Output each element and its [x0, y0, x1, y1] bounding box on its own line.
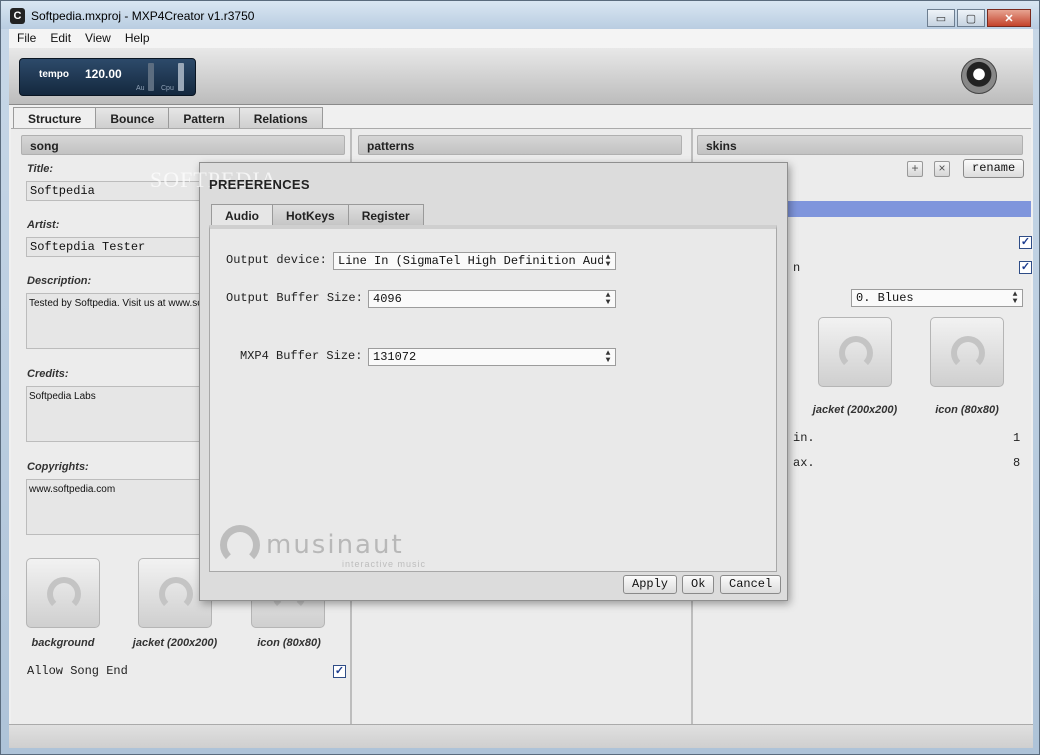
tab-relations[interactable]: Relations [238, 107, 323, 128]
mxp4-buffer-label: MXP4 Buffer Size: [240, 349, 363, 363]
skin-jacket-image-slot[interactable] [818, 317, 892, 387]
allow-song-end-label: Allow Song End [27, 664, 128, 678]
patterns-header: patterns [358, 135, 682, 155]
min-value[interactable]: 1 [1013, 431, 1020, 445]
skin-jacket-placeholder-icon [839, 336, 873, 370]
window-title: Softpedia.mxproj - MXP4Creator v1.r3750 [31, 9, 255, 23]
cpu-meter [178, 63, 184, 91]
tab-bounce[interactable]: Bounce [95, 107, 170, 128]
tab-register[interactable]: Register [347, 204, 424, 225]
menu-view[interactable]: View [83, 29, 119, 48]
output-device-label: Output device: [226, 253, 327, 267]
musinaut-ring-icon [220, 525, 260, 565]
mxp4-buffer-select[interactable]: 131072 ▲ ▼ [368, 348, 616, 366]
output-buffer-select[interactable]: 4096 ▲ ▼ [368, 290, 616, 308]
chevron-updown-icon: ▲ ▼ [603, 254, 613, 269]
background-image-slot[interactable] [26, 558, 100, 628]
ok-button[interactable]: Ok [682, 575, 715, 594]
description-label: Description: [27, 275, 92, 287]
musinaut-wordmark: musinaut [266, 530, 404, 560]
menu-help[interactable]: Help [123, 29, 158, 48]
output-device-value: Line In (SigmaTel High Definition Audi [338, 254, 612, 268]
audio-settings-pane: Output device: Line In (SigmaTel High De… [209, 225, 777, 572]
credits-label: Credits: [27, 368, 69, 380]
close-button[interactable]: ✕ [987, 9, 1031, 27]
icon-label: icon (80x80) [257, 637, 321, 649]
menu-bar: File Edit View Help [9, 29, 1033, 48]
jacket-label: jacket (200x200) [132, 637, 218, 649]
menu-file[interactable]: File [15, 29, 44, 48]
skin-option-label-2: n [793, 261, 801, 275]
genre-select[interactable]: 0. Blues ▲ ▼ [851, 289, 1023, 307]
skin-jacket-label: jacket (200x200) [812, 404, 898, 416]
tab-audio[interactable]: Audio [211, 204, 273, 225]
skins-header: skins [697, 135, 1023, 155]
musinaut-brand: musinaut interactive music [220, 525, 425, 569]
tempo-display[interactable]: tempo 120.00 Au Cpu [19, 58, 196, 96]
allow-song-end-checkbox[interactable]: ✓ [333, 665, 346, 678]
title-label: Title: [27, 163, 54, 175]
musinaut-tagline: interactive music [342, 559, 427, 569]
preferences-dialog: SOFTPEDIA PREFERENCES Audio HotKeys Regi… [150, 162, 788, 601]
cancel-button[interactable]: Cancel [720, 575, 782, 594]
min-label: in. [793, 431, 815, 445]
tempo-value: 120.00 [85, 67, 122, 81]
copyrights-label: Copyrights: [27, 461, 89, 473]
output-device-select[interactable]: Line In (SigmaTel High Definition Audi ▲… [333, 252, 616, 270]
maximize-button[interactable]: ▢ [957, 9, 985, 27]
background-label: background [31, 637, 95, 649]
skin-icon-label: icon (80x80) [935, 404, 999, 416]
dialog-title: PREFERENCES [209, 177, 310, 192]
audio-meter [148, 63, 154, 91]
dialog-tabs: Audio HotKeys Register [211, 204, 424, 225]
output-buffer-value: 4096 [373, 292, 402, 306]
tab-structure[interactable]: Structure [13, 107, 97, 129]
mxp4-buffer-value: 131072 [373, 350, 417, 364]
rename-skin-button[interactable]: rename [963, 159, 1025, 178]
skin-option-checkbox-1[interactable]: ✓ [1019, 236, 1032, 249]
app-icon: C [10, 8, 25, 24]
skin-icon-placeholder-icon [951, 336, 985, 370]
status-bar [9, 724, 1033, 748]
tab-hotkeys[interactable]: HotKeys [272, 204, 349, 225]
cpu-meter-label: Cpu [161, 85, 174, 92]
audio-meter-label: Au [136, 85, 145, 92]
musinaut-logo-icon[interactable] [961, 58, 997, 94]
skin-icon-image-slot[interactable] [930, 317, 1004, 387]
artist-label: Artist: [27, 219, 60, 231]
song-header: song [21, 135, 345, 155]
skin-option-checkbox-2[interactable]: ✓ [1019, 261, 1032, 274]
chevron-updown-icon: ▲ ▼ [1010, 291, 1020, 306]
title-bar[interactable]: C Softpedia.mxproj - MXP4Creator v1.r375… [1, 1, 1039, 29]
add-skin-button[interactable]: + [907, 161, 923, 177]
chevron-updown-icon: ▲ ▼ [603, 292, 613, 307]
max-value[interactable]: 8 [1013, 456, 1020, 470]
menu-edit[interactable]: Edit [48, 29, 79, 48]
apply-button[interactable]: Apply [623, 575, 678, 594]
genre-select-value: 0. Blues [856, 291, 914, 305]
background-placeholder-icon [47, 577, 81, 611]
minimize-button[interactable]: ▭ [927, 9, 955, 27]
toolbar: tempo 120.00 Au Cpu [9, 48, 1033, 105]
tempo-label: tempo [39, 69, 69, 80]
chevron-updown-icon: ▲ ▼ [603, 350, 613, 365]
remove-skin-button[interactable]: × [934, 161, 950, 177]
tab-pattern[interactable]: Pattern [168, 107, 240, 128]
app-window: C Softpedia.mxproj - MXP4Creator v1.r375… [0, 0, 1040, 755]
window-controls: ▭ ▢ ✕ [927, 9, 1031, 27]
max-label: ax. [793, 456, 815, 470]
jacket-placeholder-icon [159, 577, 193, 611]
main-tabs: Structure Bounce Pattern Relations [13, 107, 323, 129]
output-buffer-label: Output Buffer Size: [226, 291, 363, 305]
